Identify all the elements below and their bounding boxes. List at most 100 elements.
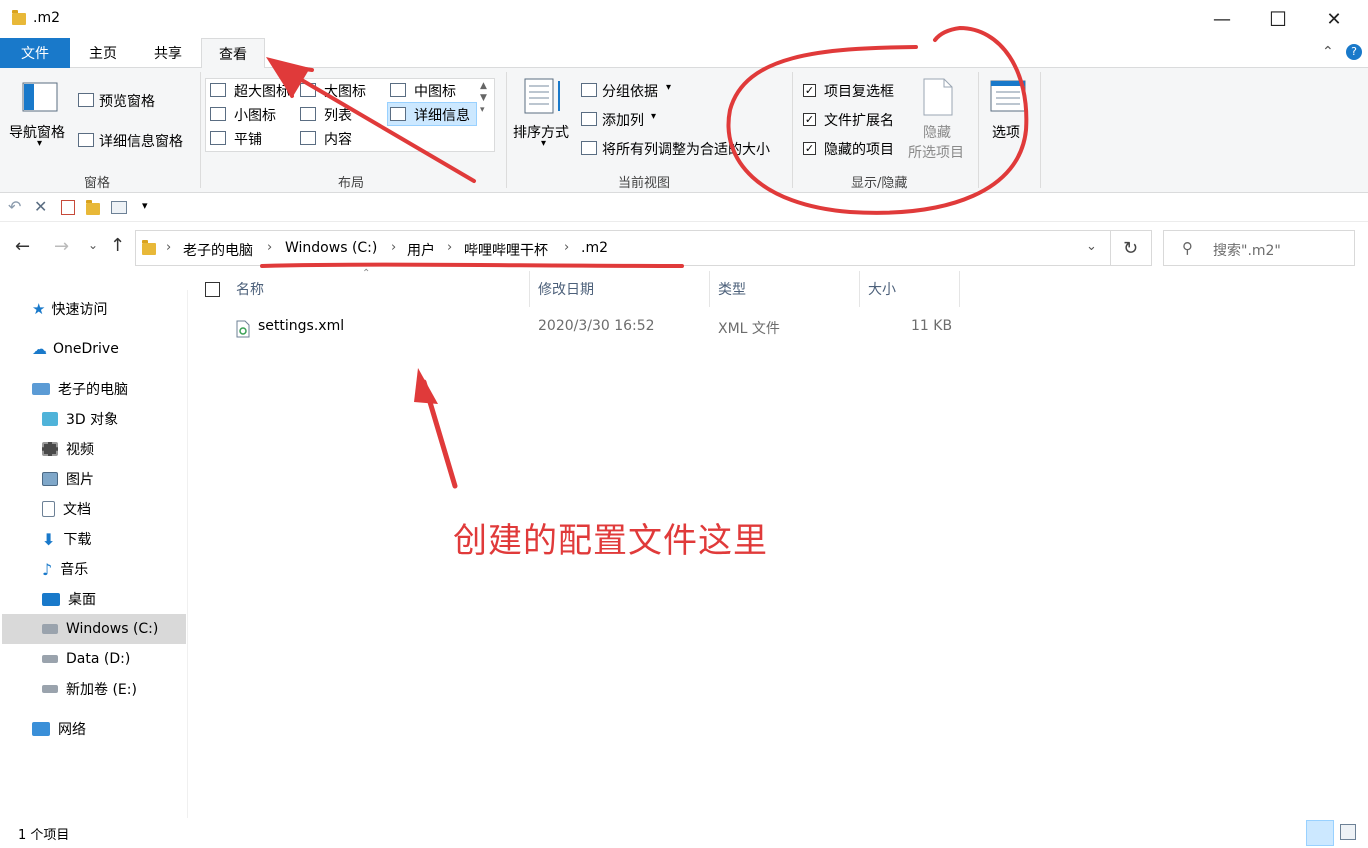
chevron-down-icon: ▾ [541,138,547,149]
sort-by-icon [524,78,560,114]
options-button[interactable]: 选项 [992,122,1020,142]
network-icon [32,722,50,736]
help-icon[interactable]: ? [1346,44,1362,60]
sidebar-item-downloads[interactable]: ⬇ 下载 [42,524,91,554]
undo-icon[interactable]: ↶ [8,197,21,216]
layout-large-icons[interactable]: 大图标 [324,81,366,101]
chevron-right-icon[interactable]: › [166,240,171,255]
maximize-button[interactable]: ☐ [1250,0,1306,38]
file-size: 11 KB [911,318,953,334]
breadcrumb-users[interactable]: 用户 [407,240,435,260]
sidebar-item-label: Data (D:) [66,651,131,667]
chevron-right-icon[interactable]: › [447,240,452,255]
chevron-down-icon[interactable]: ⌄ [1086,239,1097,254]
layout-extra-large-icons[interactable]: 超大图标 [234,81,290,101]
gallery-scroll-icon[interactable]: ▲ ▼ ▾ [480,80,487,116]
column-header-type[interactable]: 类型 [710,271,860,307]
chevron-right-icon[interactable]: › [267,240,272,255]
collapse-ribbon-icon[interactable]: ⌃ [1322,44,1334,60]
desktop-icon [42,592,60,606]
sidebar-item-videos[interactable]: 视频 [42,434,94,464]
large-icons-icon [300,83,316,97]
sidebar-item-c-drive[interactable]: Windows (C:) [42,614,158,644]
computer-icon [32,383,50,395]
hidden-items-label[interactable]: 隐藏的项目 [824,139,894,159]
layout-list[interactable]: 列表 [324,105,352,125]
layout-small-icons[interactable]: 小图标 [234,105,276,125]
minimize-button[interactable]: — [1194,0,1250,38]
rename-icon[interactable] [111,201,127,214]
ribbon: 导航窗格 ▾ 预览窗格 详细信息窗格 窗格 超大图标 大图标 中图标 小图标 列… [0,68,1368,193]
hidden-items-checkbox[interactable]: ✓ [803,142,816,155]
customize-toolbar-icon[interactable]: ▾ [142,199,148,212]
tab-file[interactable]: 文件 [0,38,70,68]
extra-large-icons-icon [210,83,226,97]
tab-share[interactable]: 共享 [136,38,200,68]
tab-home[interactable]: 主页 [70,38,136,68]
chevron-down-icon: ▾ [37,138,43,149]
layout-content[interactable]: 内容 [324,129,352,149]
group-by-button[interactable]: 分组依据 [602,81,658,101]
select-all-checkbox[interactable] [205,282,220,297]
refresh-button[interactable]: ↻ [1110,230,1152,266]
cube-icon [42,412,58,426]
delete-icon[interactable]: ✕ [34,197,47,216]
tab-view[interactable]: 查看 [201,38,265,69]
sidebar-item-network[interactable]: 网络 [32,714,86,744]
sidebar-item-music[interactable]: ♪ 音乐 [42,554,88,584]
add-columns-button[interactable]: 添加列 [602,110,644,130]
layout-tiles[interactable]: 平铺 [234,129,262,149]
address-bar[interactable]: › 老子的电脑 › Windows (C:) › 用户 › 哔哩哔哩干杯 › .… [135,230,1111,266]
breadcrumb-m2[interactable]: .m2 [581,240,608,256]
sidebar-item-d-drive[interactable]: Data (D:) [42,644,130,674]
search-input[interactable]: ⚲ 搜索".m2" [1163,230,1355,266]
group-label-current-view: 当前视图 [618,176,671,191]
details-view-button[interactable] [1306,820,1334,846]
item-checkboxes-label[interactable]: 项目复选框 [824,81,894,101]
content-icon [300,131,316,145]
sidebar-item-pictures[interactable]: 图片 [42,464,94,494]
breadcrumb-this-pc[interactable]: 老子的电脑 [183,240,253,260]
search-icon: ⚲ [1182,239,1193,257]
back-icon[interactable]: ← [15,236,30,257]
breadcrumb-user-folder[interactable]: 哔哩哔哩干杯 [464,240,548,260]
preview-pane-button[interactable]: 预览窗格 [99,91,155,111]
column-header-modified[interactable]: 修改日期 [530,271,710,307]
file-extensions-checkbox[interactable]: ✓ [803,113,816,126]
details-pane-button[interactable]: 详细信息窗格 [99,131,183,151]
layout-medium-icons[interactable]: 中图标 [414,81,456,101]
fit-columns-button[interactable]: 将所有列调整为合适的大小 [602,139,770,159]
group-separator [978,72,979,188]
close-button[interactable]: ✕ [1306,0,1362,38]
add-columns-icon [581,112,597,126]
navigation-bar: ← → ⌄ ↑ › 老子的电脑 › Windows (C:) › 用户 › 哔哩… [0,226,1368,270]
sidebar-item-quick-access[interactable]: ★ 快速访问 [32,294,107,324]
sidebar-item-label: OneDrive [53,341,119,357]
large-icons-view-button[interactable] [1340,824,1356,840]
file-extensions-label[interactable]: 文件扩展名 [824,110,894,130]
chevron-down-icon: ▾ [651,111,657,122]
sidebar-item-onedrive[interactable]: ☁ OneDrive [32,334,119,364]
chevron-right-icon[interactable]: › [391,240,396,255]
column-header-name[interactable]: 名称 [228,271,530,307]
chevron-right-icon[interactable]: › [564,240,569,255]
forward-icon[interactable]: → [54,236,69,257]
sidebar-item-this-pc[interactable]: 老子的电脑 [32,374,128,404]
document-icon [42,501,55,517]
new-folder-icon[interactable] [86,200,100,215]
sidebar-item-3d-objects[interactable]: 3D 对象 [42,404,118,434]
file-name[interactable]: settings.xml [258,318,344,334]
properties-icon[interactable] [61,200,75,215]
sidebar-item-desktop[interactable]: 桌面 [42,584,96,614]
sidebar-item-e-drive[interactable]: 新加卷 (E:) [42,674,137,704]
breadcrumb-c-drive[interactable]: Windows (C:) [285,240,377,256]
up-icon[interactable]: ↑ [110,235,125,256]
sidebar-item-documents[interactable]: 文档 [42,494,91,524]
item-checkboxes-checkbox[interactable]: ✓ [803,84,816,97]
layout-details[interactable]: 详细信息 [414,105,470,125]
sidebar-item-label: 图片 [66,472,94,488]
recent-locations-icon[interactable]: ⌄ [88,238,98,252]
column-header-size[interactable]: 大小 [860,271,960,307]
arrowhead-file [414,368,438,404]
sidebar-item-label: 音乐 [60,562,89,578]
